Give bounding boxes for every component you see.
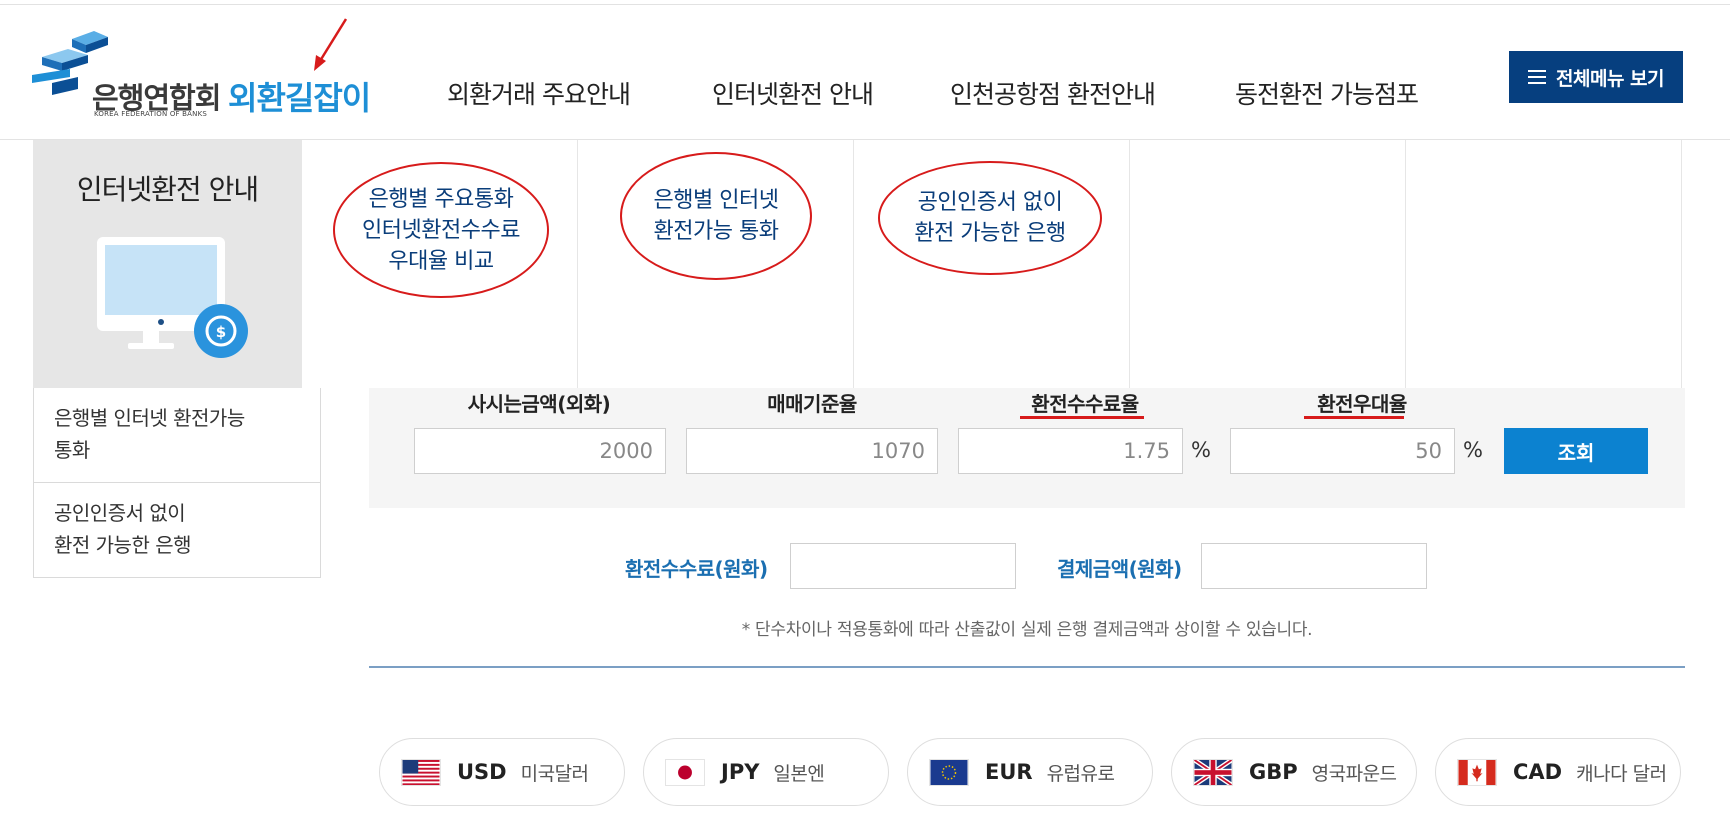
currency-cad-button[interactable]: CAD 캐나다 달러 xyxy=(1435,738,1681,806)
discount-rate-label: 환전우대율 xyxy=(1317,392,1407,416)
annotated-tab-no-certificate[interactable]: 공인인증서 없이 환전 가능한 은행 xyxy=(878,161,1102,275)
currency-jpy-button[interactable]: JPY 일본엔 xyxy=(643,738,889,806)
annotated-tab-fee-comparison-label: 은행별 주요통화 인터넷환전수수료 우대율 비교 xyxy=(362,186,520,274)
all-menu-button[interactable]: 전체메뉴 보기 xyxy=(1509,51,1683,103)
eu-flag-icon xyxy=(929,758,969,786)
currency-code: JPY xyxy=(721,760,760,784)
all-menu-label: 전체메뉴 보기 xyxy=(1556,67,1665,90)
currency-code: GBP xyxy=(1249,760,1298,784)
annotated-tab-no-certificate-label: 공인인증서 없이 환전 가능한 은행 xyxy=(914,190,1066,246)
nav-incheon-airport[interactable]: 인천공항점 환전안내 xyxy=(950,75,1156,111)
currency-gbp-button[interactable]: GBP 영국파운드 xyxy=(1171,738,1417,806)
sidebar-item-available-currency[interactable]: 은행별 인터넷 환전가능 통화 xyxy=(34,388,320,483)
discount-rate-percent-unit: % xyxy=(1463,438,1483,462)
currency-name: 유럽유로 xyxy=(1046,762,1115,785)
svg-text:$: $ xyxy=(216,323,226,341)
result-fee-label: 환전수수료(원화) xyxy=(625,557,768,581)
sub-tab-cell[interactable] xyxy=(1130,140,1406,388)
annotated-tab-available-currency[interactable]: 은행별 인터넷 환전가능 통화 xyxy=(620,152,812,280)
currency-eur-button[interactable]: EUR 유럽유로 xyxy=(907,738,1153,806)
logo-english-text: KOREA FEDERATION OF BANKS xyxy=(94,110,208,118)
amount-input[interactable] xyxy=(414,428,666,474)
discount-rate-red-underline xyxy=(1304,416,1404,419)
sub-tab-cell[interactable] xyxy=(1406,140,1682,388)
sidebar-nav: 은행별 인터넷 환전가능 통화 공인인증서 없이 환전 가능한 은행 xyxy=(33,388,321,578)
amount-label: 사시는금액(외화) xyxy=(467,392,611,416)
site-header: 은행연합회 KOREA FEDERATION OF BANKS 외환길잡이 외환… xyxy=(0,5,1730,140)
nav-forex-guide[interactable]: 외환거래 주요안내 xyxy=(447,75,631,111)
logo-service-name: 외환길잡이 xyxy=(228,79,371,117)
annotated-tab-fee-comparison[interactable]: 은행별 주요통화 인터넷환전수수료 우대율 비교 xyxy=(333,162,549,298)
hamburger-icon xyxy=(1528,70,1546,84)
us-flag-icon xyxy=(401,758,441,786)
fee-rate-red-underline xyxy=(1020,416,1144,419)
japan-flag-icon xyxy=(665,758,705,786)
currency-name: 미국달러 xyxy=(520,762,589,785)
result-total-field[interactable] xyxy=(1201,543,1427,589)
red-arrow-annotation-icon xyxy=(314,18,348,71)
result-total-label: 결제금액(원화) xyxy=(1057,557,1182,581)
nav-internet-exchange[interactable]: 인터넷환전 안내 xyxy=(712,75,874,111)
fee-rate-label: 환전수수료율 xyxy=(1031,392,1139,416)
exchange-calculator: 사시는금액(외화) 매매기준율 환전수수료율 환전우대율 % % 조회 xyxy=(369,388,1685,508)
currency-code: EUR xyxy=(985,760,1033,784)
discount-rate-input[interactable] xyxy=(1230,428,1455,474)
currency-name: 영국파운드 xyxy=(1311,762,1397,785)
base-rate-label: 매매기준율 xyxy=(767,392,857,416)
currency-code: USD xyxy=(457,760,507,784)
base-rate-input[interactable] xyxy=(686,428,938,474)
fee-rate-input[interactable] xyxy=(958,428,1183,474)
section-divider xyxy=(369,666,1685,668)
currency-name: 캐나다 달러 xyxy=(1576,762,1667,785)
nav-coin-exchange[interactable]: 동전환전 가능점포 xyxy=(1235,75,1419,111)
section-title-box: 인터넷환전 안내 $ xyxy=(33,140,302,388)
monitor-exchange-icon: $ xyxy=(97,237,248,358)
calculation-notice: * 단수차이나 적용통화에 따라 산출값이 실제 은행 결제금액과 상이할 수 … xyxy=(741,620,1313,640)
sidebar-item-no-certificate[interactable]: 공인인증서 없이 환전 가능한 은행 xyxy=(34,483,320,577)
uk-flag-icon xyxy=(1193,758,1233,786)
section-title: 인터넷환전 안내 xyxy=(76,173,259,206)
currency-name: 일본엔 xyxy=(773,762,825,785)
result-fee-field[interactable] xyxy=(790,543,1016,589)
search-button[interactable]: 조회 xyxy=(1504,428,1648,474)
currency-code: CAD xyxy=(1513,760,1563,784)
currency-usd-button[interactable]: USD 미국달러 xyxy=(379,738,625,806)
fee-rate-percent-unit: % xyxy=(1191,438,1211,462)
annotated-tab-available-currency-label: 은행별 인터넷 환전가능 통화 xyxy=(653,188,779,244)
canada-flag-icon xyxy=(1457,758,1497,786)
